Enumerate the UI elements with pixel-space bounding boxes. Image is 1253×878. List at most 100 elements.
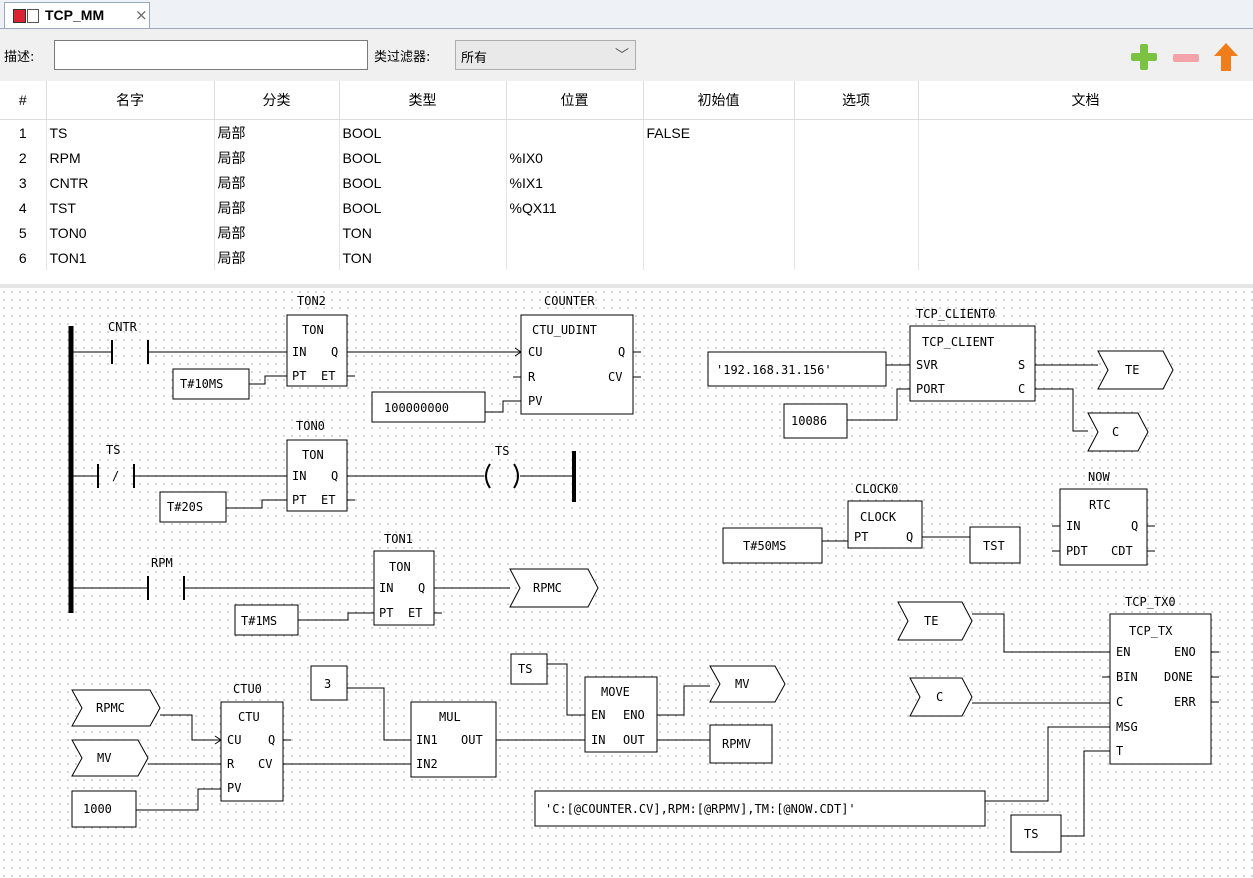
var-tst[interactable]: TST bbox=[969, 526, 1021, 564]
table-cell[interactable] bbox=[506, 220, 644, 245]
move-block[interactable]: MOVE EN ENO IN OUT bbox=[584, 676, 658, 753]
table-cell[interactable] bbox=[794, 119, 919, 145]
col-header-location[interactable]: 位置 bbox=[506, 81, 644, 120]
var-rpmv[interactable]: RPMV bbox=[709, 724, 773, 764]
rtc-block[interactable]: NOW RTC IN PDT Q CDT bbox=[1052, 470, 1155, 566]
table-cell[interactable] bbox=[643, 220, 795, 245]
const-port[interactable]: 10086 bbox=[783, 403, 848, 439]
class-filter-select[interactable]: 所有 ﹀ bbox=[455, 40, 636, 70]
table-cell[interactable] bbox=[643, 145, 795, 170]
table-row[interactable]: 1 TS 局部 BOOL FALSE bbox=[0, 119, 1253, 145]
table-cell[interactable] bbox=[918, 119, 1253, 145]
ton2-block[interactable]: TON2 TON IN Q PT ET bbox=[286, 294, 355, 387]
table-cell[interactable]: 局部 bbox=[214, 245, 340, 270]
const-ts-move[interactable]: TS bbox=[510, 653, 548, 685]
contact-rpm[interactable]: RPM bbox=[147, 556, 185, 600]
table-cell[interactable] bbox=[918, 220, 1253, 245]
coil-ts[interactable]: TS bbox=[485, 444, 519, 489]
table-cell[interactable] bbox=[794, 195, 919, 220]
connector-c-in[interactable]: C bbox=[909, 677, 973, 717]
table-cell[interactable] bbox=[918, 170, 1253, 195]
const-t10ms[interactable]: T#10MS bbox=[172, 368, 250, 400]
col-header-type[interactable]: 类型 bbox=[339, 81, 507, 120]
col-header-documentation[interactable]: 文档 bbox=[918, 81, 1253, 120]
connector-c-out[interactable]: C bbox=[1087, 412, 1149, 452]
table-cell[interactable]: RPM bbox=[46, 145, 215, 170]
const-ts-tx[interactable]: TS bbox=[1010, 814, 1062, 853]
table-cell[interactable]: 局部 bbox=[214, 170, 340, 195]
ton1-block[interactable]: TON1 TON IN Q PT ET bbox=[373, 532, 442, 626]
contact-ts-negated[interactable]: TS / bbox=[97, 443, 135, 488]
connector-te-out[interactable]: TE bbox=[1097, 350, 1174, 390]
tab-tcp-mm[interactable]: TCP_MM × bbox=[4, 2, 150, 28]
table-cell[interactable] bbox=[918, 145, 1253, 170]
col-header-index[interactable]: # bbox=[0, 81, 47, 120]
description-input[interactable] bbox=[54, 40, 368, 70]
table-cell[interactable]: 局部 bbox=[214, 220, 340, 245]
table-cell[interactable]: 局部 bbox=[214, 145, 340, 170]
table-cell[interactable]: %IX1 bbox=[506, 170, 644, 195]
table-cell[interactable]: 局部 bbox=[214, 119, 340, 145]
table-cell[interactable]: TON0 bbox=[46, 220, 215, 245]
table-cell[interactable]: TON bbox=[339, 220, 507, 245]
table-cell[interactable]: TST bbox=[46, 195, 215, 220]
table-cell[interactable] bbox=[643, 245, 795, 270]
table-cell[interactable]: %IX0 bbox=[506, 145, 644, 170]
const-ip[interactable]: '192.168.31.156' bbox=[707, 351, 887, 387]
close-icon[interactable]: × bbox=[135, 6, 148, 24]
clock-block[interactable]: CLOCK0 CLOCK PT Q bbox=[847, 482, 923, 549]
ladder-diagram[interactable]: CNTR TON2 TON IN Q PT ET T#10MS COUNTER … bbox=[0, 288, 1253, 878]
table-cell[interactable] bbox=[794, 145, 919, 170]
col-header-initial-value[interactable]: 初始值 bbox=[643, 81, 795, 120]
table-cell[interactable] bbox=[918, 245, 1253, 270]
ctu0-block[interactable]: CTU0 CTU CU R PV Q CV bbox=[220, 682, 291, 802]
table-row[interactable]: 3 CNTR 局部 BOOL %IX1 bbox=[0, 170, 1253, 195]
table-cell[interactable] bbox=[918, 195, 1253, 220]
table-cell[interactable]: BOOL bbox=[339, 170, 507, 195]
connector-mv-in[interactable]: MV bbox=[71, 739, 149, 777]
tcp-client-block[interactable]: TCP_CLIENT0 TCP_CLIENT SVR PORT S C bbox=[909, 307, 1036, 402]
table-row[interactable]: 2 RPM 局部 BOOL %IX0 bbox=[0, 145, 1253, 170]
const-msg[interactable]: 'C:[@COUNTER.CV],RPM:[@RPMV],TM:[@NOW.CD… bbox=[534, 790, 986, 827]
const-t50ms[interactable]: T#50MS bbox=[722, 527, 823, 564]
connector-rpmc-out[interactable]: RPMC bbox=[509, 568, 599, 608]
col-header-class[interactable]: 分类 bbox=[214, 81, 340, 120]
table-cell[interactable]: %QX11 bbox=[506, 195, 644, 220]
tcp-tx-block[interactable]: TCP_TX0 TCP_TX EN BIN C MSG T ENO DONE E… bbox=[1102, 595, 1219, 765]
table-row[interactable]: 6 TON1 局部 TON bbox=[0, 245, 1253, 270]
counter-block[interactable]: COUNTER CTU_UDINT CU R PV Q CV bbox=[513, 294, 641, 415]
table-row[interactable]: 4 TST 局部 BOOL %QX11 bbox=[0, 195, 1253, 220]
contact-cntr[interactable]: CNTR bbox=[108, 320, 149, 364]
table-cell[interactable]: FALSE bbox=[643, 119, 795, 145]
table-cell[interactable] bbox=[794, 170, 919, 195]
table-cell[interactable]: TS bbox=[46, 119, 215, 145]
table-cell[interactable] bbox=[643, 170, 795, 195]
move-up-button[interactable] bbox=[1213, 42, 1239, 72]
col-header-name[interactable]: 名字 bbox=[46, 81, 215, 120]
table-cell[interactable]: CNTR bbox=[46, 170, 215, 195]
table-cell[interactable] bbox=[643, 195, 795, 220]
table-cell[interactable] bbox=[506, 119, 644, 145]
connector-mv-out[interactable]: MV bbox=[709, 665, 786, 703]
add-variable-button[interactable] bbox=[1131, 44, 1157, 70]
const-pv-ctu[interactable]: 1000 bbox=[71, 790, 137, 828]
connector-rpmc-in[interactable]: RPMC bbox=[71, 689, 161, 727]
const-pv-counter[interactable]: 100000000 bbox=[371, 391, 486, 423]
const-t1ms[interactable]: T#1MS bbox=[234, 604, 299, 636]
table-cell[interactable]: TON bbox=[339, 245, 507, 270]
col-header-option[interactable]: 选项 bbox=[794, 81, 919, 120]
table-cell[interactable] bbox=[794, 245, 919, 270]
const-t20s[interactable]: T#20S bbox=[159, 491, 227, 523]
mul-block[interactable]: MUL IN1 IN2 OUT bbox=[410, 701, 497, 778]
table-cell[interactable]: TON1 bbox=[46, 245, 215, 270]
table-cell[interactable]: BOOL bbox=[339, 119, 507, 145]
table-cell[interactable]: 局部 bbox=[214, 195, 340, 220]
table-cell[interactable]: BOOL bbox=[339, 195, 507, 220]
ton0-block[interactable]: TON0 TON IN Q PT ET bbox=[286, 419, 355, 512]
table-cell[interactable] bbox=[506, 245, 644, 270]
const-three[interactable]: 3 bbox=[310, 665, 348, 701]
table-cell[interactable]: BOOL bbox=[339, 145, 507, 170]
connector-te-in[interactable]: TE bbox=[897, 601, 973, 641]
table-cell[interactable] bbox=[794, 220, 919, 245]
table-row[interactable]: 5 TON0 局部 TON bbox=[0, 220, 1253, 245]
